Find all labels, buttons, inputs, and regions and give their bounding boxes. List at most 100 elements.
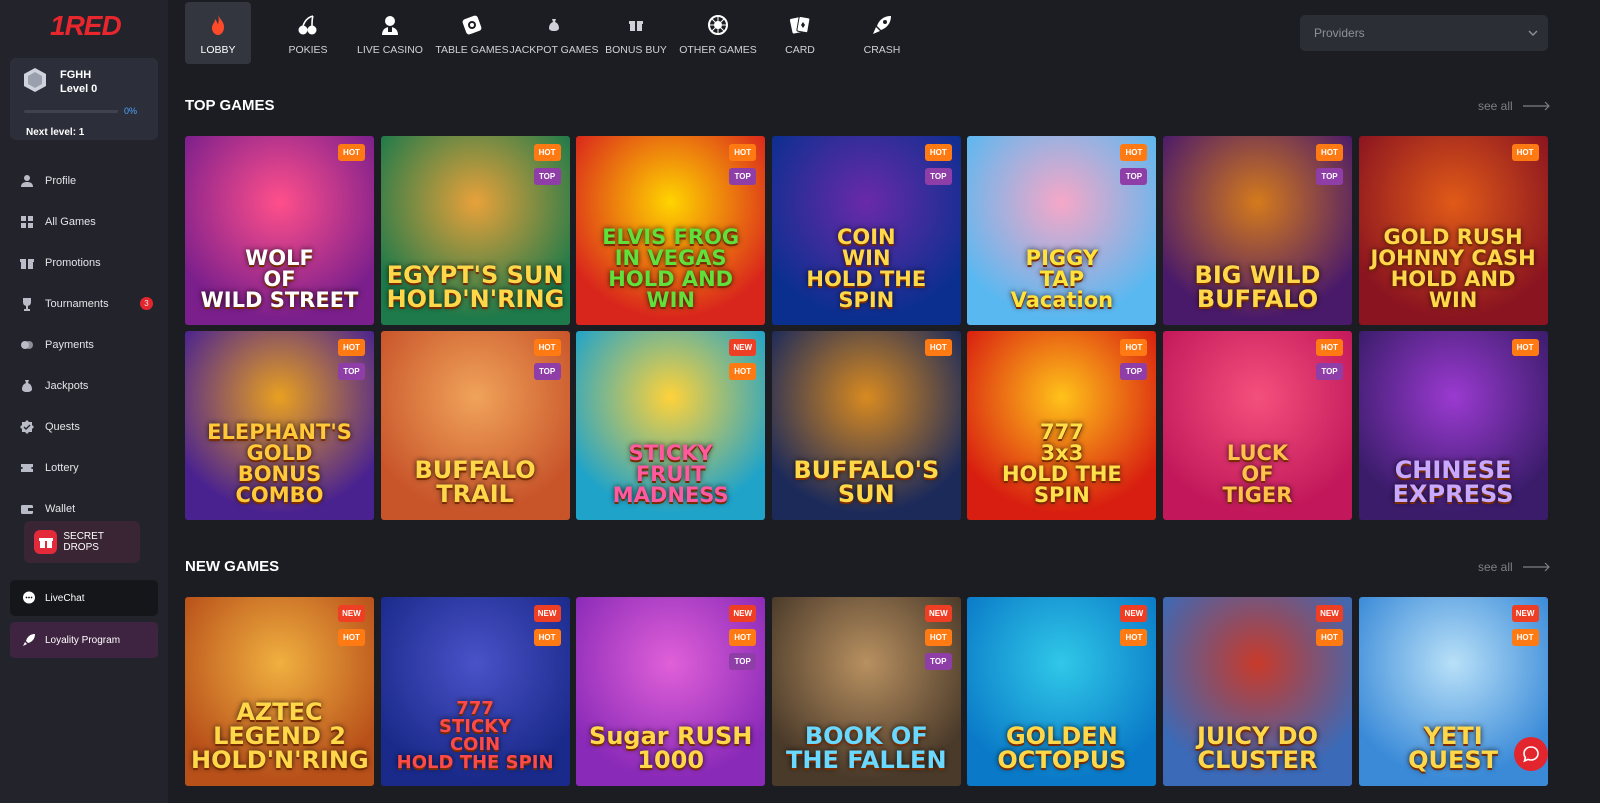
tab-crash[interactable]: CRASH [841,2,923,64]
game-card[interactable]: GOLDEN OCTOPUS NEW HOT [967,597,1157,786]
top-badge: TOP [729,168,757,185]
top-games-see-all[interactable]: see all [1478,99,1551,113]
top-badge: TOP [338,363,365,380]
game-card[interactable]: CHINESE EXPRESS HOT [1358,331,1548,520]
game-card[interactable]: GOLD RUSH JOHNNY CASH HOLD AND WIN HOT [1358,136,1548,325]
loyalty-program-button[interactable]: Loyality Program [10,622,158,658]
providers-select[interactable]: Providers [1300,15,1548,51]
game-tags: NEW HOT [1120,605,1148,646]
top-badge: TOP [1316,168,1343,185]
game-card[interactable]: 777 STICKY COIN HOLD THE SPIN NEW HOT [380,597,570,786]
tab-bonus-buy[interactable]: BONUS BUY [595,2,677,64]
game-tags: HOT TOP [533,144,561,185]
hot-badge: HOT [924,144,952,161]
tab-other-games[interactable]: OTHER GAMES [677,2,759,64]
arrow-right-icon [1522,562,1550,572]
menu-item-label: All Games [45,215,96,228]
brand-logo[interactable]: 1RED [50,10,122,42]
tab-table-games[interactable]: TABLE GAMES [431,2,513,64]
game-card[interactable]: STICKY FRUIT MADNESS NEW HOT [576,331,766,520]
game-card[interactable]: WOLF OF WILD STREET HOT [185,136,374,325]
hot-badge: HOT [338,339,365,356]
sidebar-menu: Profile All Games Promotions Tournaments 3 Pa… [0,160,168,529]
menu-lottery[interactable]: Lottery [0,447,168,488]
gift-icon [19,255,35,271]
menu-tournaments[interactable]: Tournaments 3 [0,283,168,324]
game-tags: HOT TOP [1120,144,1148,185]
new-games-see-all[interactable]: see all [1478,560,1551,574]
new-badge: NEW [1316,605,1343,622]
game-tags: HOT TOP [1316,144,1343,185]
menu-quests[interactable]: Quests [0,406,168,447]
game-tags: NEW HOT TOP [729,605,757,670]
hot-badge: HOT [533,339,561,356]
see-all-label: see all [1478,99,1513,113]
game-card[interactable]: ELVIS FROG IN VEGAS HOLD AND WIN HOT TOP [576,136,766,325]
game-card[interactable]: ELEPHANT'S GOLD BONUS COMBO HOT TOP [185,331,374,520]
game-card[interactable]: JUICY DO CLUSTER NEW HOT [1163,597,1352,786]
menu-jackpots[interactable]: Jackpots [0,365,168,406]
user-level: Level 0 [60,83,98,95]
game-card[interactable]: LUCK OF TIGER HOT TOP [1163,331,1352,520]
game-tags: HOT TOP [533,339,561,380]
secret-drops-button[interactable]: SECRET DROPS [24,521,140,563]
game-card[interactable]: BUFFALO'S SUN HOT [771,331,961,520]
game-title: 777 STICKY COIN HOLD THE SPIN [396,698,554,773]
new-badge: NEW [924,605,952,622]
game-card[interactable]: COIN WIN HOLD THE SPIN HOT TOP [771,136,961,325]
game-title: EGYPT'S SUN HOLD'N'RING [386,261,565,313]
user-card[interactable]: FGHH Level 0 0% Next level: 1 [10,58,158,140]
game-title: GOLDEN OCTOPUS [997,722,1127,774]
hot-badge: HOT [338,629,365,646]
tournaments-count-badge: 3 [140,297,153,310]
livechat-button[interactable]: LiveChat [10,580,158,616]
game-card[interactable]: PIGGY TAP Vacation HOT TOP [967,136,1157,325]
menu-profile[interactable]: Profile [0,160,168,201]
game-tags: HOT TOP [1120,339,1148,380]
game-tags: HOT TOP [924,144,952,185]
playing-cards-icon [787,12,813,38]
rocket-icon [22,633,36,647]
hot-badge: HOT [924,629,952,646]
tab-pokies[interactable]: POKIES [267,2,349,64]
game-title: CHINESE EXPRESS [1392,456,1514,508]
livechat-label: LiveChat [45,592,85,604]
game-card[interactable]: BOOK OF THE FALLEN NEW HOT TOP [771,597,961,786]
menu-promotions[interactable]: Promotions [0,242,168,283]
menu-payments[interactable]: Payments [0,324,168,365]
game-card[interactable]: 777 3x3 HOLD THE SPIN HOT TOP [967,331,1157,520]
new-badge: NEW [729,339,757,356]
game-card[interactable]: AZTEC LEGEND 2 HOLD'N'RING NEW HOT [185,597,374,786]
menu-item-label: Jackpots [45,379,89,392]
game-title: LUCK OF TIGER [1222,441,1293,507]
loyalty-program-label: Loyality Program [45,634,121,646]
hot-badge: HOT [1511,144,1539,161]
top-games-grid: WOLF OF WILD STREET HOT EGYPT'S SUN HOLD'N… [185,136,1548,520]
chat-bubble-icon [22,591,36,605]
game-title: BUFFALO TRAIL [414,456,536,508]
game-title: Sugar RUSH 1000 [589,722,753,774]
game-card[interactable]: BIG WILD BUFFALO HOT TOP [1163,136,1352,325]
tab-lobby[interactable]: LOBBY [185,2,251,64]
tab-card[interactable]: CARD [759,2,841,64]
menu-all-games[interactable]: All Games [0,201,168,242]
hot-badge: HOT [729,629,757,646]
menu-item-label: Profile [45,174,77,187]
game-tags: HOT TOP [729,144,757,185]
tab-label: CARD [785,44,815,56]
game-title: WOLF OF WILD STREET [200,246,359,312]
game-tags: HOT TOP [338,339,365,380]
top-badge: TOP [729,653,757,670]
tab-jackpot-games[interactable]: JACKPOT GAMES [509,2,599,64]
money-bag-icon [541,12,567,38]
top-badge: TOP [1316,363,1343,380]
game-card[interactable]: BUFFALO TRAIL HOT TOP [380,331,570,520]
game-card[interactable]: Sugar RUSH 1000 NEW HOT TOP [576,597,766,786]
game-card[interactable]: EGYPT'S SUN HOLD'N'RING HOT TOP [380,136,570,325]
tab-live-casino[interactable]: LIVE CASINO [349,2,431,64]
game-tags: HOT [924,339,952,356]
game-title: ELEPHANT'S GOLD BONUS COMBO [207,420,352,507]
coins-icon [19,337,35,353]
game-title: PIGGY TAP Vacation [1010,246,1114,312]
chat-fab-button[interactable] [1514,737,1548,771]
